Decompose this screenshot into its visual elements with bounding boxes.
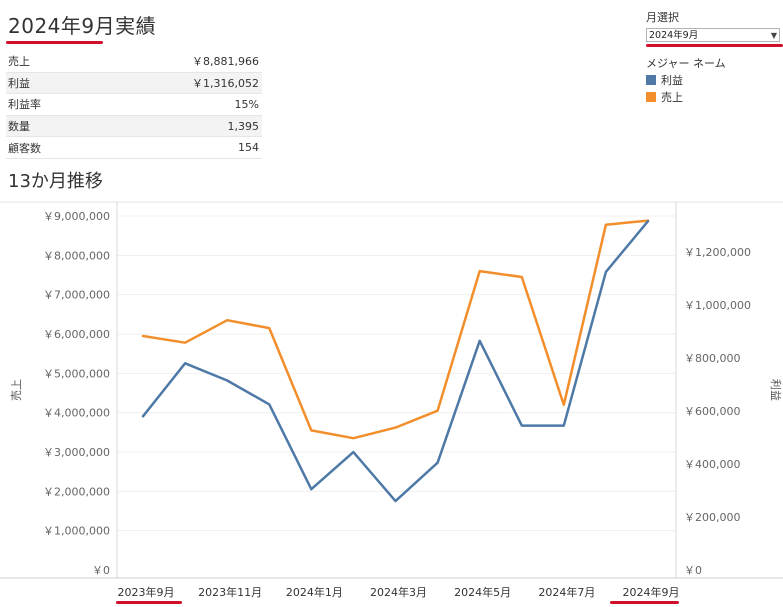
left-tick-label: ￥3,000,000 xyxy=(43,446,110,459)
xaxis-start-annotation-underline xyxy=(116,601,182,604)
right-tick-label: ￥0 xyxy=(684,564,702,577)
x-axis-ticks: 2023年9月 2023年11月 2024年1月 2024年3月 2024年5月 2024… xyxy=(118,585,680,599)
right-tick-label: ￥200,000 xyxy=(684,511,741,524)
left-tick-label: ￥4,000,000 xyxy=(43,407,110,420)
x-tick-label: 2023年11月 xyxy=(198,585,262,599)
left-tick-label: ￥9,000,000 xyxy=(43,210,110,223)
right-axis-title: 利益 xyxy=(769,379,783,401)
x-tick-label: 2023年9月 xyxy=(118,585,175,599)
right-tick-label: ￥1,000,000 xyxy=(684,299,751,312)
right-tick-label: ￥1,200,000 xyxy=(684,246,751,259)
left-tick-label: ￥1,000,000 xyxy=(43,525,110,538)
x-tick-label: 2024年1月 xyxy=(286,585,343,599)
right-tick-label: ￥600,000 xyxy=(684,405,741,418)
line-chart: ￥0 ￥1,000,000 ￥2,000,000 ￥3,000,000 ￥4,000,0… xyxy=(0,201,783,604)
right-tick-label: ￥400,000 xyxy=(684,458,741,471)
sales-series-line[interactable] xyxy=(141,219,650,440)
left-axis-title: 売上 xyxy=(10,379,23,401)
x-tick-label: 2024年7月 xyxy=(538,585,595,599)
right-tick-label: ￥800,000 xyxy=(684,352,741,365)
left-tick-label: ￥5,000,000 xyxy=(43,367,110,380)
gridlines xyxy=(117,215,676,532)
left-tick-label: ￥2,000,000 xyxy=(43,485,110,498)
left-tick-label: ￥0 xyxy=(92,564,110,577)
left-tick-label: ￥7,000,000 xyxy=(43,289,110,302)
x-tick-label: 2024年9月 xyxy=(623,585,680,599)
x-tick-label: 2024年3月 xyxy=(370,585,427,599)
profit-series-line[interactable] xyxy=(141,219,650,503)
left-tick-label: ￥8,000,000 xyxy=(43,249,110,262)
series-lines xyxy=(141,219,650,503)
x-tick-label: 2024年5月 xyxy=(454,585,511,599)
left-tick-label: ￥6,000,000 xyxy=(43,328,110,341)
left-axis-ticks: ￥0 ￥1,000,000 ￥2,000,000 ￥3,000,000 ￥4,000,0… xyxy=(43,210,110,577)
right-axis-ticks: ￥0 ￥200,000 ￥400,000 ￥600,000 ￥800,000 ￥1,000… xyxy=(684,246,751,577)
xaxis-end-annotation-underline xyxy=(610,601,679,604)
